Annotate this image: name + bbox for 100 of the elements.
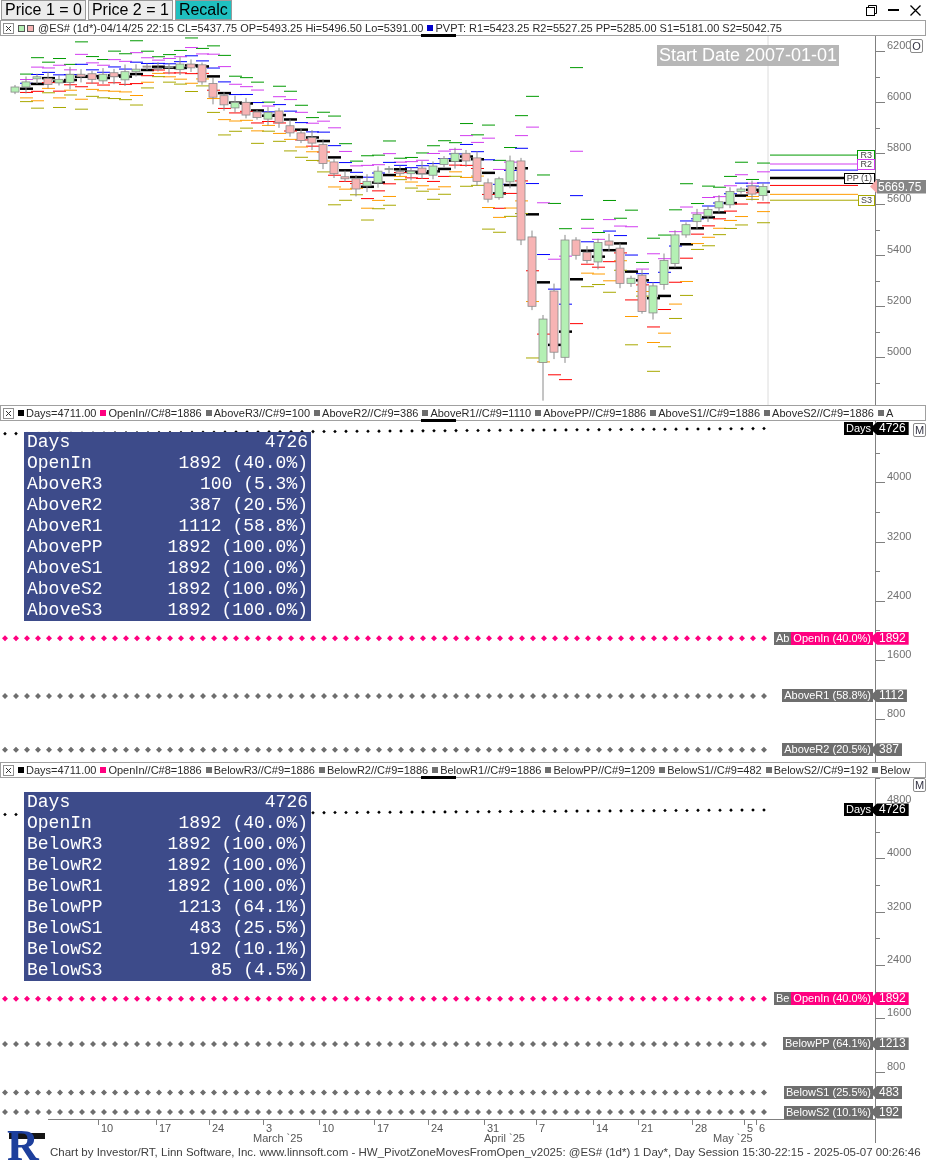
toolbar-button[interactable]: Price 1 = 0 [1,0,86,20]
stat-value: 1892 (40.0%) [177,453,308,474]
axis-label: 2400 [887,952,912,965]
series-tag: BelowS2 (10.1%) [784,1105,873,1119]
legend-text: A [885,407,894,419]
month-label: May `25 [713,1132,753,1144]
stat-label: BelowS1 [27,918,104,939]
legend-text: BelowS2//C#9=192 [773,764,869,776]
pivot-label: PP (1) [843,172,875,184]
stat-label: AboveR3 [27,474,104,495]
legend-text: Days=4711.00 [26,407,97,419]
stat-value: 4726 [263,432,308,453]
month-label: March `25 [253,1132,303,1144]
toolbar-button[interactable]: Price 2 = 1 [87,0,173,20]
value-tag: 1213 [870,1037,909,1051]
date-label: 24 [431,1122,444,1134]
stat-value: 387 (20.5%) [188,495,308,516]
splitter-handle[interactable] [421,776,456,779]
stat-value: 1892 (100.0%) [166,558,308,579]
stat-label: BelowS3 [27,960,104,981]
stat-value: 1892 (100.0%) [166,537,308,558]
corner-button[interactable]: M [913,423,926,437]
series-tag: BelowPP (64.1%) [783,1037,873,1051]
legend-text: BelowR3//C#9=1886 [213,764,315,776]
candle-legend-icon [18,24,34,32]
stat-label: BelowR3 [27,834,104,855]
stat-value: 1112 (58.8%) [177,516,308,537]
legend-text: AboveR3//C#9=100 [213,407,311,419]
axis-label: 4000 [887,846,912,859]
axis-label: 5000 [887,345,912,358]
legend-text: AboveR1//C#9=1110 [430,407,532,419]
stat-value: 483 (25.5%) [188,918,308,939]
axis-label: 1600 [887,647,912,660]
value-tag: 4726 [870,422,909,436]
stat-label: AboveS2 [27,579,104,600]
stat-label: BelowPP [27,897,104,918]
splitter-handle[interactable] [421,419,456,422]
stat-label: AbovePP [27,537,104,558]
date-label: 21 [641,1122,654,1134]
legend-text: BelowS1//C#9=482 [667,764,762,776]
axis-label: 4800 [887,793,912,805]
date-label: 14 [596,1122,609,1134]
date-label: 10 [101,1122,114,1134]
stat-label: BelowR1 [27,876,104,897]
stat-value: 1892 (100.0%) [166,834,308,855]
date-label: 6 [759,1122,766,1134]
axis-label: 5400 [887,243,912,256]
legend-text: AboveS1//C#9=1886 [658,407,761,419]
stat-label: OpenIn [27,813,93,834]
axis-label: 800 [887,1059,906,1072]
stat-label: AboveR2 [27,495,104,516]
close-icon[interactable] [3,22,14,34]
date-label: 17 [377,1122,390,1134]
axis-label: 3200 [887,529,912,542]
value-tag: 483 [870,1086,903,1100]
corner-button[interactable]: O [910,39,923,53]
legend-text: OpenIn//C#8=1886 [108,407,202,419]
legend-text: AboveS2//C#9=1886 [772,407,874,419]
stat-label: AboveS3 [27,600,104,621]
value-tag: 1892 [870,631,909,645]
series-tag: BelowS1 (25.5%) [784,1086,873,1100]
footer-text: Chart by Investor/RT, Linn Software, Inc. www.linnsoft.com - HW_PivotZoneMovesFromOpen_v2025: @ES# (1d*) 1 Day*, Day Session 15:30-22:15 - 2025-05-07 00:26:46 [49,1145,922,1160]
date-label: 7 [539,1122,546,1134]
date-label: 5 [747,1122,754,1134]
restore-icon[interactable] [866,4,877,16]
axis-label: 4000 [887,470,912,483]
legend-text: Below [880,764,911,776]
axis-label: 5800 [887,141,912,154]
legend-text: Days=4711.00 [26,764,97,776]
stat-label: BelowS2 [27,939,104,960]
axis-label: 3200 [887,899,912,912]
series-tag: AboveR1 (58.8%) [782,689,873,703]
stat-value: 1892 (40.0%) [177,813,308,834]
close-icon[interactable] [3,407,14,419]
stat-label: OpenIn [27,453,93,474]
splitter-handle[interactable] [421,34,456,37]
stat-label: Days [27,792,72,813]
stat-label: AboveS1 [27,558,104,579]
stat-value: 192 (10.1%) [188,939,308,960]
series-tag: OpenIn (40.0%) [791,631,873,645]
close-icon[interactable] [910,4,921,16]
legend-text: @ES# (1d*)-04/14/25 22:15 CL=5437.75 OP=5493.25 Hi=5496.50 Lo=5391.00 [38,22,424,34]
series-tag: OpenIn (40.0%) [791,992,873,1006]
legend-text: BelowR2//C#9=1886 [326,764,429,776]
series-tag: Days [843,422,873,436]
date-label: 28 [695,1122,708,1134]
value-tag: 4726 [870,803,909,817]
stat-value: 1213 (64.1%) [177,897,308,918]
date-label: 17 [159,1122,172,1134]
date-label: 10 [322,1122,335,1134]
corner-button[interactable]: M [913,778,926,792]
toolbar-button[interactable]: Recalc [174,0,232,20]
series-tag: Days [843,803,873,817]
pivot-label: S3 [858,194,875,206]
series-tag: Ab [773,631,792,645]
start-date-label: Start Date 2007-01-01 [657,45,840,66]
legend-text: BelowR1//C#9=1886 [440,764,542,776]
value-tag: 1892 [870,992,909,1006]
close-icon[interactable] [3,764,14,776]
stat-value: 85 (4.5%) [209,960,308,981]
